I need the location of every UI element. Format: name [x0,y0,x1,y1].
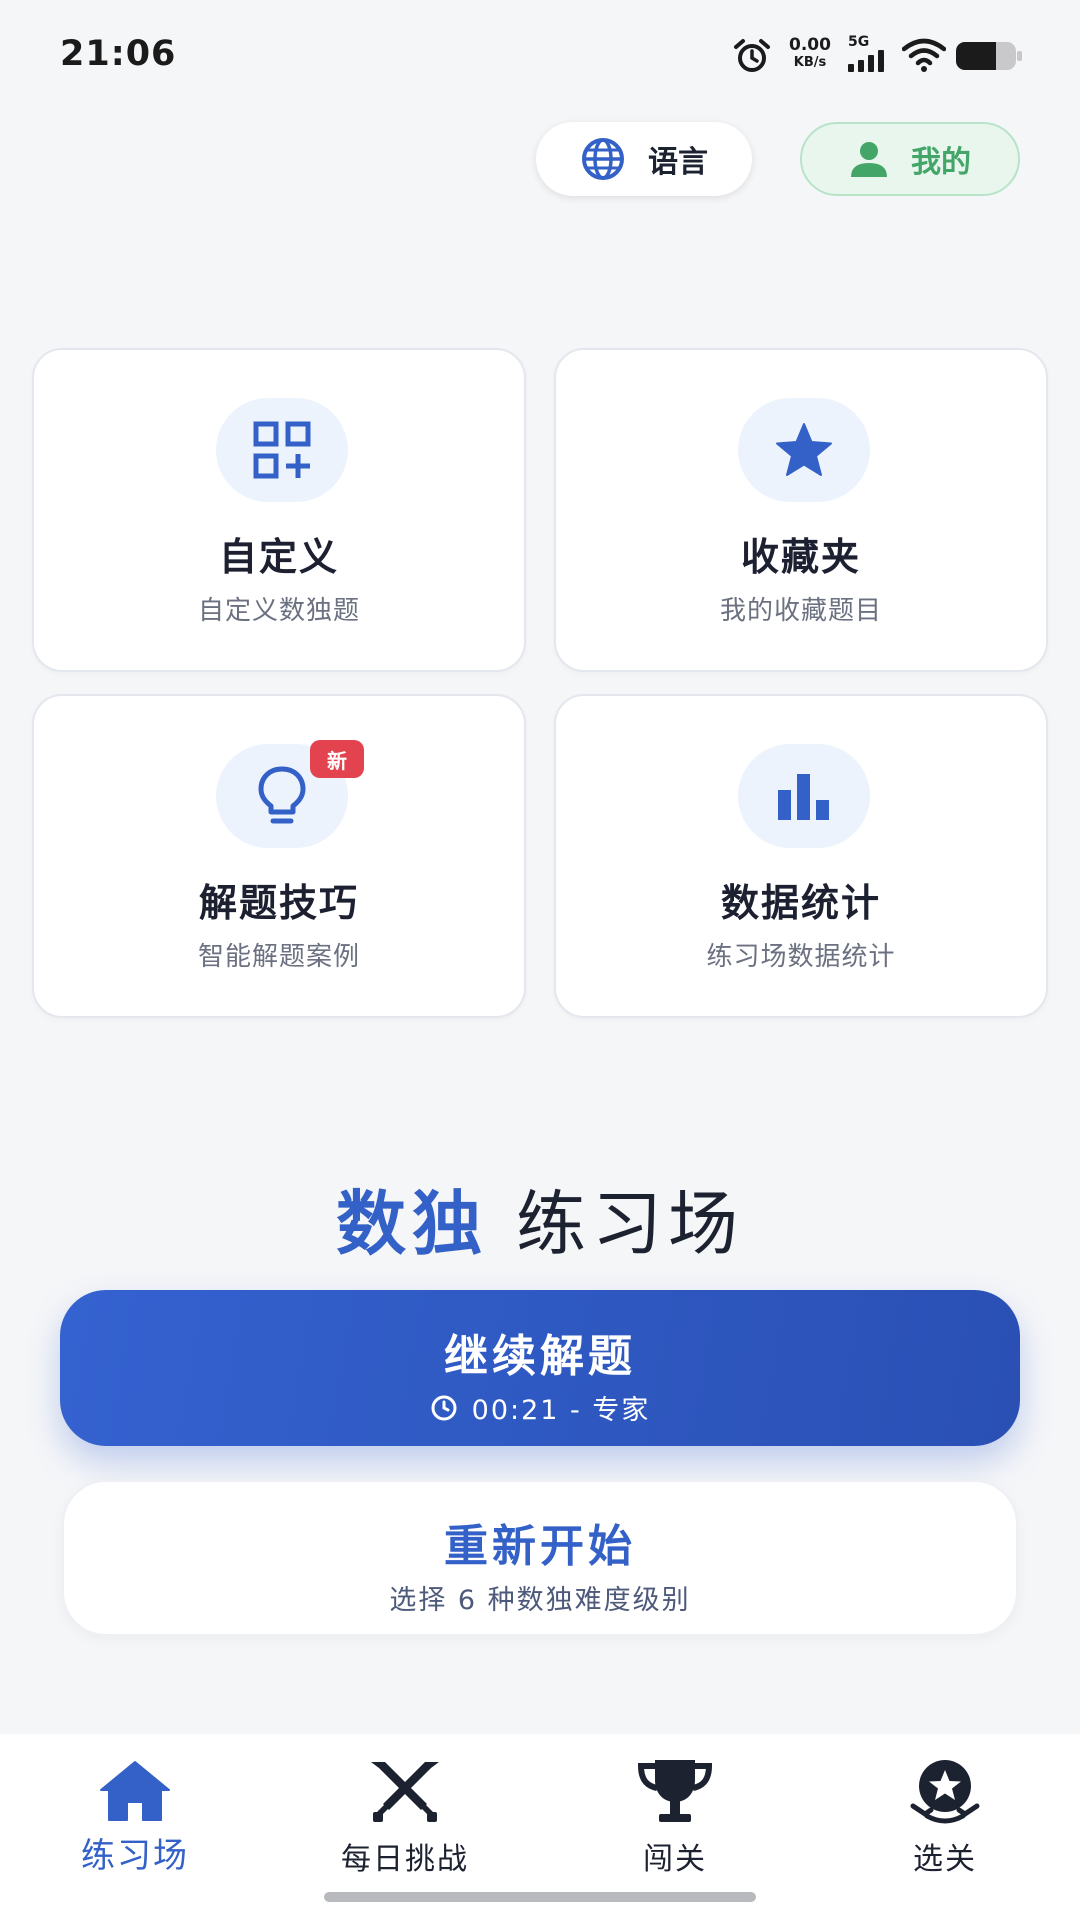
restart-button[interactable]: 重新开始 选择 6 种数独难度级别 [62,1480,1018,1636]
card-subtitle: 自定义数独题 [197,596,360,626]
star-medal-icon [910,1760,980,1824]
battery-icon [956,42,1022,70]
trophy-icon [637,1760,713,1822]
crossed-swords-icon [371,1762,439,1822]
page-headline: 数独 练习场 [0,1168,1080,1269]
nav-label: 练习场 [81,1836,189,1876]
card-subtitle: 我的收藏题目 [719,596,882,626]
net-speed-value: 0.00 [789,35,831,55]
restart-label: 重新开始 [444,1521,636,1572]
net-speed: 0.00 KB/s [784,36,836,72]
language-label: 语言 [648,145,708,180]
wifi-icon [902,38,946,72]
card-subtitle: 智能解题案例 [197,942,360,972]
nav-item-daily-challenge[interactable]: 每日挑战 [270,1734,540,1884]
card-icon-bg [216,398,348,502]
continue-button[interactable]: 继续解题 00:21 - 专家 [60,1290,1020,1446]
status-bar: 21:06 0.00 KB/s 5G [0,0,1080,110]
signal-icon: 5G [848,34,892,72]
headline-brand: 数独 [336,1183,488,1265]
restart-detail: 选择 6 种数独难度级别 [389,1585,691,1616]
alarm-icon [734,39,770,72]
card-title: 收藏夹 [740,535,861,579]
nav-item-select-level[interactable]: 选关 [810,1734,1080,1884]
home-icon [100,1761,170,1821]
nav-label: 每日挑战 [341,1842,469,1877]
me-label: 我的 [911,145,971,180]
continue-label: 继续解题 [444,1331,636,1382]
nav-label: 选关 [913,1842,977,1877]
network-type: 5G [848,34,870,50]
new-badge: 新 [310,740,364,778]
card-icon-bg [738,744,870,848]
home-indicator-bar[interactable] [324,1892,756,1902]
nav-item-levels[interactable]: 闯关 [540,1734,810,1884]
signal-bars [848,50,884,72]
card-title: 自定义 [218,535,339,579]
grid-add-icon [253,421,311,479]
card-techniques[interactable]: 新 解题技巧 智能解题案例 [32,694,526,1018]
status-icons: 0.00 KB/s 5G [732,34,1022,76]
card-title: 数据统计 [720,881,881,925]
my-profile-button[interactable]: 我的 [800,122,1020,196]
user-icon [851,142,887,177]
card-favorites[interactable]: 收藏夹 我的收藏题目 [554,348,1048,672]
net-speed-unit: KB/s [793,55,827,70]
star-icon [776,423,832,476]
sudoku-practice-screen: 21:06 0.00 KB/s 5G 语言 我的 自定义 自定义数独题 收藏夹 … [0,0,1080,1920]
clock-icon [431,1395,457,1420]
card-icon-bg [738,398,870,502]
card-custom[interactable]: 自定义 自定义数独题 [32,348,526,672]
headline-rest: 练习场 [516,1183,744,1265]
nav-item-practice[interactable]: 练习场 [0,1734,270,1884]
globe-icon [582,138,624,180]
lightbulb-icon [258,766,306,824]
card-subtitle: 练习场数据统计 [706,942,896,972]
continue-detail: 00:21 - 专家 [471,1395,651,1426]
card-title: 解题技巧 [198,881,359,925]
bar-chart-icon [778,774,829,820]
nav-label: 闯关 [643,1842,707,1877]
card-statistics[interactable]: 数据统计 练习场数据统计 [554,694,1048,1018]
continue-detail-row: 00:21 - 专家 [60,1388,1020,1427]
status-time: 21:06 [60,34,177,74]
language-button[interactable]: 语言 [536,122,752,196]
